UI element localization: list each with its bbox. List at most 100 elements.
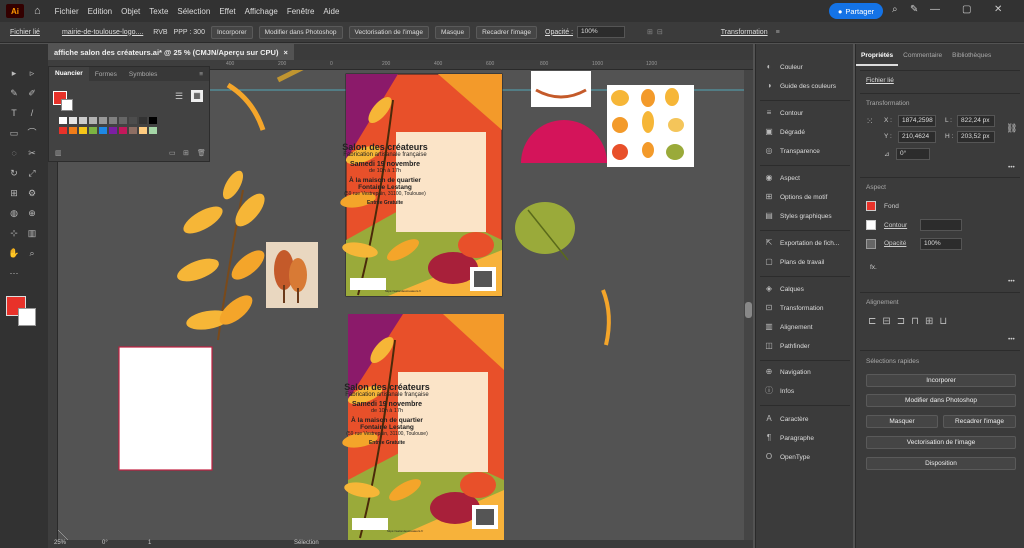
panel-navigation[interactable]: ⊕ Navigation	[756, 365, 854, 379]
more-align-icon[interactable]: •••	[1008, 336, 1015, 343]
color-swatch[interactable]	[79, 117, 87, 124]
color-swatch[interactable]	[59, 127, 67, 134]
tab-properties[interactable]: Propriétés	[856, 52, 899, 66]
embed-button[interactable]: Incorporer	[210, 25, 253, 39]
stroke-swatch[interactable]	[61, 99, 73, 111]
panel-couleur[interactable]: ◐ Couleur	[756, 60, 854, 74]
panel-options-motif[interactable]: ⊞ Options de motif	[756, 190, 854, 204]
edit-photoshop-button[interactable]: Modifier dans Photoshop	[866, 394, 1016, 407]
color-swatch[interactable]	[139, 127, 147, 134]
menu-affichage[interactable]: Affichage	[245, 7, 278, 16]
curvature-tool-icon[interactable]: ✐	[26, 88, 38, 98]
symbol-tool-icon[interactable]: ⚙	[26, 188, 38, 198]
panel-calques[interactable]: ◈ Calques	[756, 282, 854, 296]
minimize-icon[interactable]: —	[930, 4, 940, 15]
menu-texte[interactable]: Texte	[149, 7, 168, 16]
color-swatch[interactable]	[69, 127, 77, 134]
mask-button[interactable]: Masque	[434, 25, 471, 39]
align-buttons-icon[interactable]: ⊏⊟⊐⊓⊞⊔	[868, 316, 953, 327]
panel-export[interactable]: ⇱ Exportation de fich...	[756, 236, 854, 250]
artboard-tool-icon[interactable]: ⊹	[8, 228, 20, 238]
tab-shapes[interactable]: Formes	[89, 71, 123, 78]
stroke-weight-field[interactable]	[920, 219, 962, 231]
opacity-field[interactable]: 100%	[920, 238, 962, 250]
crop-image-button[interactable]: Recadrer l'image	[943, 415, 1016, 428]
new-swatch-icon[interactable]: ⊞	[183, 149, 189, 157]
share-button[interactable]: ● Partager	[829, 3, 883, 19]
scissors-tool-icon[interactable]: ✂	[26, 148, 38, 158]
fill-color-swatch[interactable]	[866, 201, 876, 211]
type-tool-icon[interactable]: T	[8, 108, 20, 118]
panel-caractere[interactable]: A Caractère	[756, 412, 854, 426]
linked-file-title[interactable]: Fichier lié	[866, 77, 894, 84]
menu-objet[interactable]: Objet	[121, 7, 140, 16]
panel-paragraphe[interactable]: ¶ Paragraphe	[756, 431, 854, 445]
color-swatch[interactable]	[79, 127, 87, 134]
opacity-field[interactable]: 100%	[577, 26, 626, 38]
color-swatch[interactable]	[149, 117, 157, 124]
panel-transformation[interactable]: ⊡ Transformation	[756, 301, 854, 315]
line-tool-icon[interactable]: /	[26, 108, 38, 118]
shape-builder-tool-icon[interactable]: ⊞	[8, 188, 20, 198]
color-swatch[interactable]	[119, 127, 127, 134]
fx-button[interactable]: fx.	[870, 264, 877, 271]
stroke-label[interactable]: Contour	[884, 222, 907, 229]
tab-swatches[interactable]: Nuancier	[49, 67, 89, 81]
constrain-proportions-icon[interactable]: ⛓	[1006, 123, 1017, 134]
mask-button[interactable]: Masquer	[866, 415, 938, 428]
color-swatch[interactable]	[99, 127, 107, 134]
zoom-level[interactable]: 25%	[54, 540, 66, 546]
vectorize-button[interactable]: Vectorisation de l'image	[866, 436, 1016, 449]
menu-effet[interactable]: Effet	[219, 7, 235, 16]
h-field[interactable]: 203,52 px	[957, 131, 995, 143]
vertical-scrollbar[interactable]	[744, 70, 753, 540]
panel-menu-icon[interactable]: ≡	[193, 71, 209, 78]
panel-degrade[interactable]: ▣ Dégradé	[756, 125, 854, 139]
scale-tool-icon[interactable]: ⤢	[26, 168, 38, 178]
edit-photoshop-button[interactable]: Modifier dans Photoshop	[258, 25, 343, 39]
arrange-icon[interactable]: ✎	[910, 4, 918, 15]
panel-alignement[interactable]: ▥ Alignement	[756, 320, 854, 334]
color-swatch[interactable]	[99, 117, 107, 124]
document-tab[interactable]: affiche salon des créateurs.ai* @ 25 % (…	[48, 44, 294, 60]
close-icon[interactable]: ✕	[994, 4, 1002, 15]
crop-image-button[interactable]: Recadrer l'image	[476, 25, 538, 39]
color-swatch[interactable]	[59, 117, 67, 124]
rotate-tool-icon[interactable]: ↻	[8, 168, 20, 178]
embed-button[interactable]: Incorporer	[866, 374, 1016, 387]
angle-field[interactable]: 0°	[896, 148, 930, 160]
maximize-icon[interactable]: ▢	[962, 4, 971, 15]
toolbar-stroke-swatch[interactable]	[18, 308, 36, 326]
eyedropper-tool-icon[interactable]: ⊕	[26, 208, 38, 218]
tab-libraries[interactable]: Bibliothèques	[947, 52, 996, 66]
panel-aspect[interactable]: ◉ Aspect	[756, 171, 854, 185]
menu-icon[interactable]: ≡	[776, 29, 780, 36]
zoom-tool-icon[interactable]: ⌕	[26, 248, 38, 258]
color-swatch[interactable]	[149, 127, 157, 134]
new-group-icon[interactable]: ▭	[169, 149, 176, 157]
blend-tool-icon[interactable]: ◍	[8, 208, 20, 218]
delete-icon[interactable]: 🗑	[197, 149, 206, 157]
color-swatch[interactable]	[139, 117, 147, 124]
menu-edition[interactable]: Edition	[88, 7, 112, 16]
color-swatch[interactable]	[129, 117, 137, 124]
search-icon[interactable]: ⌕	[892, 4, 898, 15]
selection-tool-icon[interactable]: ▸	[8, 68, 20, 78]
tab-symbols[interactable]: Symboles	[123, 71, 164, 78]
color-swatch[interactable]	[89, 127, 97, 134]
color-swatch[interactable]	[109, 117, 117, 124]
grid-view-icon[interactable]: ▦	[191, 90, 203, 102]
more-options-icon[interactable]: •••	[1008, 164, 1015, 171]
color-swatch[interactable]	[129, 127, 137, 134]
opacity-label[interactable]: Opacité	[884, 240, 906, 247]
more-appearance-icon[interactable]: •••	[1008, 278, 1015, 285]
panel-guide-couleurs[interactable]: ◑ Guide des couleurs	[756, 79, 854, 93]
menu-aide[interactable]: Aide	[323, 7, 339, 16]
vectorize-button[interactable]: Vectorisation de l'image	[348, 25, 429, 39]
transform-link[interactable]: Transformation	[721, 29, 768, 36]
menu-fenetre[interactable]: Fenêtre	[287, 7, 315, 16]
panel-plans-travail[interactable]: ▢ Plans de travail	[756, 255, 854, 269]
y-field[interactable]: 210,4624	[898, 131, 936, 143]
menu-selection[interactable]: Sélection	[177, 7, 210, 16]
close-tab-icon[interactable]: ×	[283, 48, 287, 57]
